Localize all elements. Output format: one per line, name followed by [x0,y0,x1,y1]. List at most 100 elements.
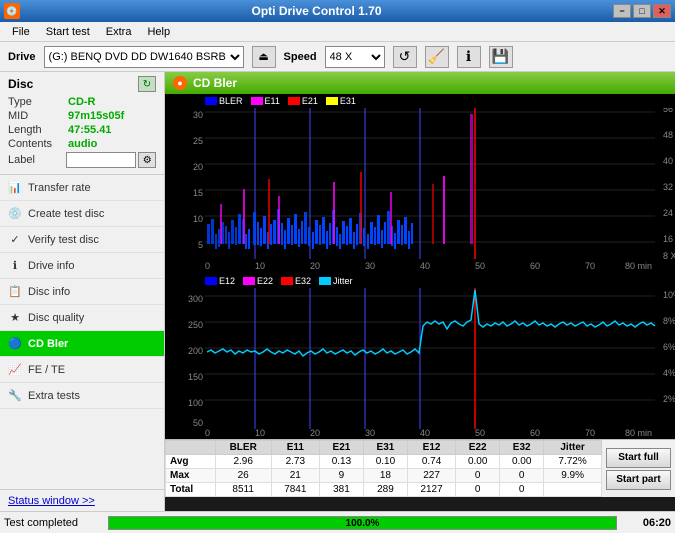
create-test-disc-icon: 💿 [8,207,22,221]
maximize-button[interactable]: □ [633,4,651,18]
start-full-button[interactable]: Start full [606,448,671,468]
svg-text:30: 30 [193,110,203,120]
window-controls: − □ ✕ [613,4,671,18]
disc-info-label: Disc info [28,286,70,298]
table-wrapper: BLER E11 E21 E31 E12 E22 E32 Jitter Avg [165,440,602,497]
svg-text:50: 50 [193,418,203,428]
disc-refresh-button[interactable]: ↻ [138,76,156,92]
svg-text:70: 70 [585,428,595,438]
verify-test-disc-icon: ✓ [8,233,22,247]
length-label: Length [8,124,68,136]
nav-drive-info[interactable]: ℹ Drive info [0,253,164,279]
row-max-e31: 18 [363,469,407,483]
e12-legend-color [205,277,217,285]
e31-legend-label: E31 [340,96,356,106]
svg-text:70: 70 [585,261,595,271]
e11-legend-label: E11 [265,96,280,106]
svg-text:10%: 10% [663,290,675,300]
svg-text:150: 150 [188,372,203,382]
svg-text:4%: 4% [663,368,675,378]
table-row: Avg 2.96 2.73 0.13 0.10 0.74 0.00 0.00 7… [166,455,602,469]
start-buttons-panel: Start full Start part [602,440,675,497]
erase-button[interactable]: 🧹 [425,46,449,68]
drive-label: Drive [8,51,36,63]
disc-quality-icon: ★ [8,311,22,325]
nav-create-test-disc[interactable]: 💿 Create test disc [0,201,164,227]
row-total-bler: 8511 [215,483,271,497]
refresh-button[interactable]: ↺ [393,46,417,68]
e11-legend-color [251,97,263,105]
main-area: Disc ↻ Type CD-R MID 97m15s05f Length 47… [0,72,675,511]
close-button[interactable]: ✕ [653,4,671,18]
type-value: CD-R [68,96,96,108]
svg-text:80 min: 80 min [625,428,652,438]
svg-text:30: 30 [365,261,375,271]
col-header-label [166,441,216,455]
bottom-chart: E12 E22 E32 Jitter 300 250 [165,274,675,439]
svg-text:8%: 8% [663,316,675,326]
row-avg-jitter: 7.72% [544,455,602,469]
svg-text:300: 300 [188,294,203,304]
save-button[interactable]: 💾 [489,46,513,68]
nav-extra-tests[interactable]: 🔧 Extra tests [0,383,164,409]
nav-fe-te[interactable]: 📈 FE / TE [0,357,164,383]
type-label: Type [8,96,68,108]
row-total-e22: 0 [456,483,500,497]
menu-help[interactable]: Help [139,24,178,40]
start-part-button[interactable]: Start part [606,470,671,490]
chart-title-icon: ● [173,76,187,90]
row-total-e31: 289 [363,483,407,497]
drive-bar: Drive (G:) BENQ DVD DD DW1640 BSRB ⏏ Spe… [0,42,675,72]
row-max-e32: 0 [500,469,544,483]
top-chart: BLER E11 E21 E31 30 [165,94,675,274]
svg-text:0: 0 [205,428,210,438]
svg-text:0: 0 [205,261,210,271]
nav-transfer-rate[interactable]: 📊 Transfer rate [0,175,164,201]
progress-percent: 100.0% [109,517,616,531]
top-chart-svg: 30 25 20 15 10 5 0 10 20 30 40 50 [165,94,675,274]
svg-text:50: 50 [475,261,485,271]
length-value: 47:55.41 [68,124,111,136]
row-avg-e12: 0.74 [407,455,455,469]
col-header-e21: E21 [319,441,363,455]
nav-disc-quality[interactable]: ★ Disc quality [0,305,164,331]
speed-select[interactable]: 48 X [325,46,385,68]
status-window-link[interactable]: Status window >> [8,495,95,507]
e12-legend-label: E12 [219,276,235,286]
menu-extra[interactable]: Extra [98,24,140,40]
nav-verify-test-disc[interactable]: ✓ Verify test disc [0,227,164,253]
status-time: 06:20 [621,517,671,529]
menu-file[interactable]: File [4,24,38,40]
svg-text:10: 10 [255,261,265,271]
svg-text:20: 20 [193,162,203,172]
menu-start-test[interactable]: Start test [38,24,98,40]
info-button[interactable]: ℹ [457,46,481,68]
svg-text:250: 250 [188,320,203,330]
minimize-button[interactable]: − [613,4,631,18]
label-input[interactable] [66,152,136,168]
svg-text:40 X: 40 X [663,156,675,166]
svg-text:48 X: 48 X [663,130,675,140]
table-row: Total 8511 7841 381 289 2127 0 0 [166,483,602,497]
col-header-jitter: Jitter [544,441,602,455]
status-bar: Test completed 100.0% 06:20 [0,511,675,533]
eject-button[interactable]: ⏏ [252,46,276,68]
col-header-e12: E12 [407,441,455,455]
content-area: ● CD Bler BLER E11 E21 [165,72,675,511]
drive-info-icon: ℹ [8,259,22,273]
nav-disc-info[interactable]: 📋 Disc info [0,279,164,305]
app-title: Opti Drive Control 1.70 [20,4,613,18]
app-icon: 💿 [4,3,20,19]
svg-text:30: 30 [365,428,375,438]
mid-label: MID [8,110,68,122]
row-total-e21: 381 [319,483,363,497]
label-settings-button[interactable]: ⚙ [138,152,156,168]
row-avg-e31: 0.10 [363,455,407,469]
drive-select[interactable]: (G:) BENQ DVD DD DW1640 BSRB [44,46,244,68]
disc-info-icon: 📋 [8,285,22,299]
svg-text:8 X: 8 X [663,251,675,261]
nav-cd-bler[interactable]: 🔵 CD Bler [0,331,164,357]
e22-legend-label: E22 [257,276,273,286]
row-avg-e32: 0.00 [500,455,544,469]
svg-text:200: 200 [188,346,203,356]
